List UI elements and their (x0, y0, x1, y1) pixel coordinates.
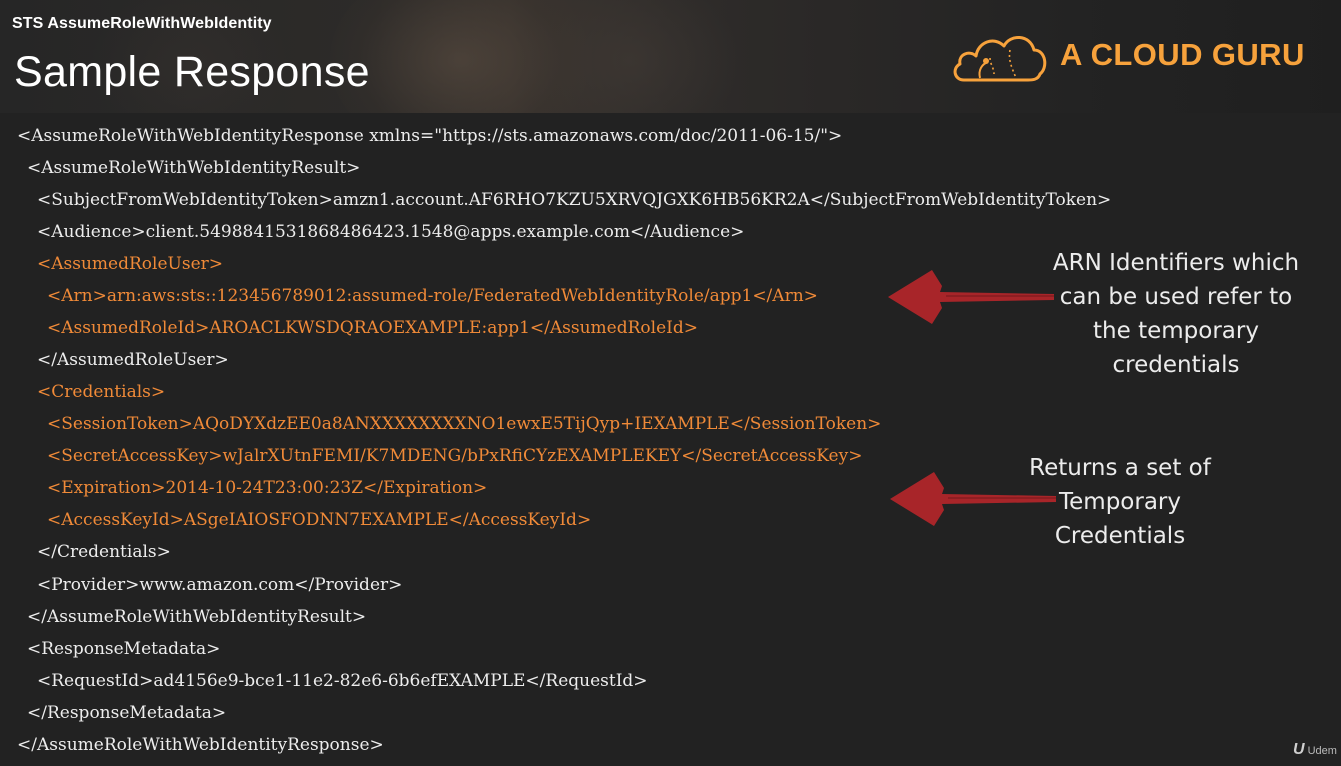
xml-line-highlighted: <Arn>arn:aws:sts::123456789012:assumed-r… (47, 286, 818, 306)
cloud-icon (953, 36, 1047, 82)
credentials-annotation: Returns a set of Temporary Credentials (1010, 451, 1230, 553)
annotation-line: Credentials (1054, 523, 1186, 549)
header-band: STS AssumeRoleWithWebIdentity Sample Res… (0, 0, 1341, 113)
xml-line: </AssumeRoleWithWebIdentityResponse> (17, 735, 384, 755)
xml-line: <Provider>www.amazon.com</Provider> (37, 575, 403, 595)
xml-line: </AssumedRoleUser> (37, 350, 229, 370)
xml-line: </ResponseMetadata> (27, 703, 227, 723)
watermark-text: Udem (1307, 745, 1337, 757)
annotation-line: credentials (1112, 352, 1240, 378)
brand-logo: A CLOUD GURU (950, 28, 1320, 88)
xml-line: <AssumeRoleWithWebIdentityResult> (27, 158, 361, 178)
slide-title: Sample Response (14, 48, 370, 96)
xml-line-highlighted: <SessionToken>AQoDYXdzEE0a8ANXXXXXXXXNO1… (47, 414, 882, 434)
xml-line: <AssumeRoleWithWebIdentityResponse xmlns… (17, 126, 843, 146)
annotation-line: Temporary (1059, 489, 1181, 515)
annotation-line: Returns a set of (1029, 455, 1211, 481)
xml-line-highlighted: <AssumedRoleId>AROACLKWSDQRAOEXAMPLE:app… (47, 318, 698, 338)
annotation-line: the temporary (1093, 318, 1259, 344)
xml-line: <SubjectFromWebIdentityToken>amzn1.accou… (37, 190, 1112, 210)
xml-line: <Audience>client.5498841531868486423.154… (37, 222, 745, 242)
xml-line: <RequestId>ad4156e9-bce1-11e2-82e6-6b6ef… (37, 671, 648, 691)
xml-line-highlighted: <Credentials> (37, 382, 166, 402)
xml-line: </Credentials> (37, 542, 171, 562)
xml-line-highlighted: <AssumedRoleUser> (37, 254, 223, 274)
xml-line-highlighted: <SecretAccessKey>wJalrXUtnFEMI/K7MDENG/b… (47, 446, 863, 466)
udemy-icon: U (1293, 741, 1305, 758)
brand-name: A CLOUD GURU (1060, 37, 1305, 72)
arrow-left-icon (888, 270, 1054, 324)
annotation-line: can be used refer to (1059, 284, 1293, 310)
xml-line-highlighted: <AccessKeyId>ASgeIAIOSFODNN7EXAMPLE</Acc… (47, 510, 592, 530)
xml-line: </AssumeRoleWithWebIdentityResult> (27, 607, 367, 627)
arn-annotation: ARN Identifiers which can be used refer … (1040, 246, 1312, 382)
xml-line: <ResponseMetadata> (27, 639, 221, 659)
xml-line-highlighted: <Expiration>2014-10-24T23:00:23Z</Expira… (47, 478, 488, 498)
background-photo-shading (520, 0, 740, 113)
udemy-watermark: U Udem (1293, 741, 1337, 759)
annotation-line: ARN Identifiers which (1052, 250, 1300, 276)
slide-subtitle: STS AssumeRoleWithWebIdentity (12, 15, 272, 32)
